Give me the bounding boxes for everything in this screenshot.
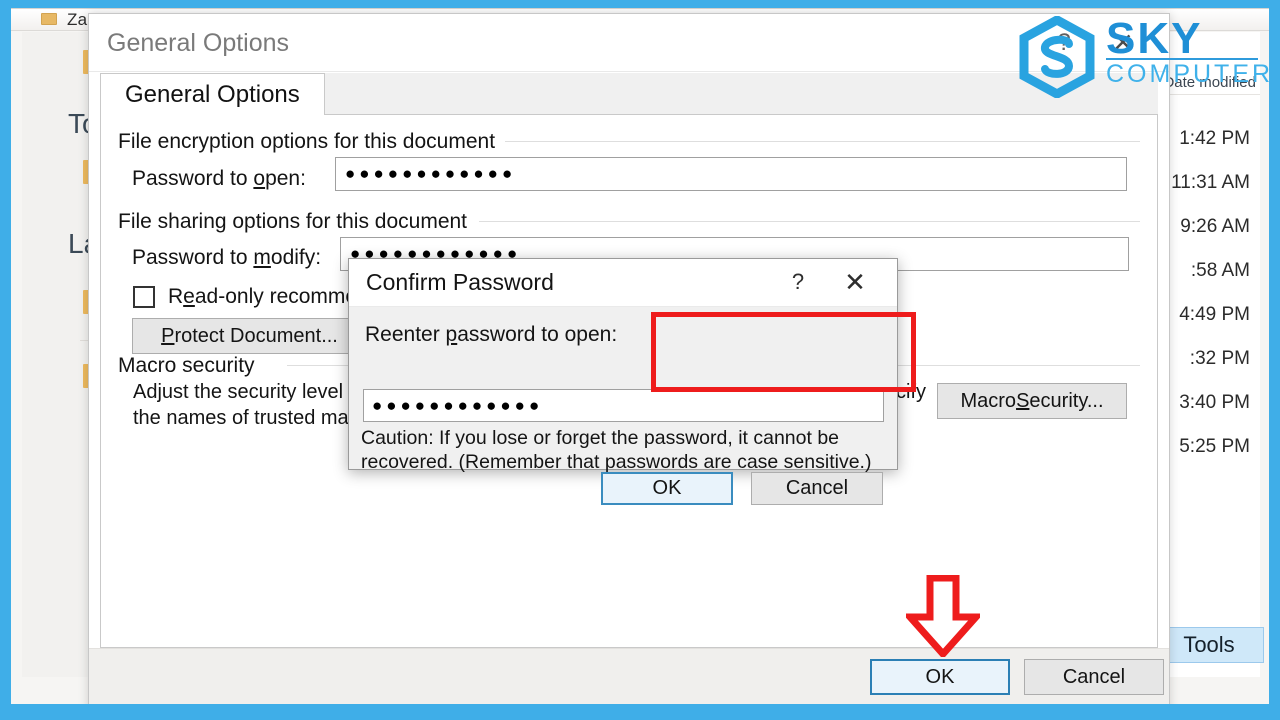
general-options-titlebar: General Options ? ✕ — [89, 14, 1169, 72]
checkbox-box[interactable] — [133, 286, 155, 308]
macro-description-tail: cify — [896, 381, 926, 403]
sharing-group-label: File sharing options for this document — [118, 210, 478, 234]
macro-description-line2: the names of trusted ma — [133, 407, 349, 429]
general-options-title: General Options — [107, 29, 290, 57]
list-item[interactable]: 9:26 AM — [1180, 216, 1250, 238]
list-item[interactable]: 4:49 PM — [1179, 304, 1250, 326]
confirm-password-cancel-button[interactable]: Cancel — [751, 472, 883, 505]
encryption-group-rule — [503, 141, 1140, 142]
macro-description-line1: Adjust the security level — [133, 381, 344, 403]
password-to-open-label: Password to open: — [132, 167, 306, 190]
tab-strip: General Options — [100, 73, 1158, 116]
general-options-footer: OK Cancel — [89, 648, 1169, 704]
password-to-modify-label: Password to modify: — [132, 246, 322, 269]
confirm-password-titlebar: Confirm Password ? ✕ — [349, 259, 897, 307]
macro-security-group-label: Macro security — [118, 354, 265, 378]
read-only-recommended-label: Read-only recommen — [168, 285, 369, 308]
list-item[interactable]: 1:42 PM — [1179, 128, 1250, 150]
macro-security-button[interactable]: Macro Security... — [937, 383, 1127, 419]
confirm-password-dialog: Confirm Password ? ✕ Reenter password to… — [348, 258, 916, 505]
tools-button[interactable]: Tools — [1154, 627, 1264, 663]
screen-stage: Zalo Received To La — [11, 8, 1269, 704]
help-icon[interactable]: ? — [783, 267, 813, 297]
confirm-password-ok-button[interactable]: OK — [601, 472, 733, 505]
down-arrow-annotation — [902, 574, 984, 660]
screen-frame: Zalo Received To La — [0, 0, 1280, 720]
close-icon[interactable]: ✕ — [835, 267, 875, 297]
close-icon[interactable]: ✕ — [1101, 26, 1145, 60]
protect-document-button[interactable]: Protect Document... — [132, 318, 367, 354]
confirm-password-body: Reenter password to open: ●●●●●●●●●●●● C… — [349, 307, 897, 505]
list-item[interactable]: 3:40 PM — [1179, 392, 1250, 414]
reenter-password-input[interactable]: ●●●●●●●●●●●● — [363, 389, 884, 422]
reenter-password-label: Reenter password to open: — [365, 323, 618, 346]
confirm-password-title: Confirm Password — [366, 269, 554, 295]
list-item[interactable]: 11:31 AM — [1171, 172, 1250, 194]
help-icon[interactable]: ? — [1047, 26, 1081, 60]
password-to-open-input[interactable]: ●●●●●●●●●●●● — [335, 157, 1127, 191]
sharing-group-rule — [479, 221, 1140, 222]
list-item[interactable]: :58 AM — [1191, 260, 1250, 282]
column-header-date-modified[interactable]: Date modified — [1163, 74, 1256, 91]
list-item[interactable]: 5:25 PM — [1179, 436, 1250, 458]
folder-icon — [41, 13, 57, 25]
encryption-group-label: File encryption options for this documen… — [118, 130, 506, 154]
tab-general-options[interactable]: General Options — [100, 73, 325, 116]
caution-text: Caution: If you lose or forget the passw… — [361, 427, 872, 473]
general-options-cancel-button[interactable]: Cancel — [1024, 659, 1164, 695]
read-only-recommended-checkbox[interactable]: Read-only recommen — [133, 285, 369, 309]
general-options-ok-button[interactable]: OK — [870, 659, 1010, 695]
list-item[interactable]: :32 PM — [1190, 348, 1250, 370]
